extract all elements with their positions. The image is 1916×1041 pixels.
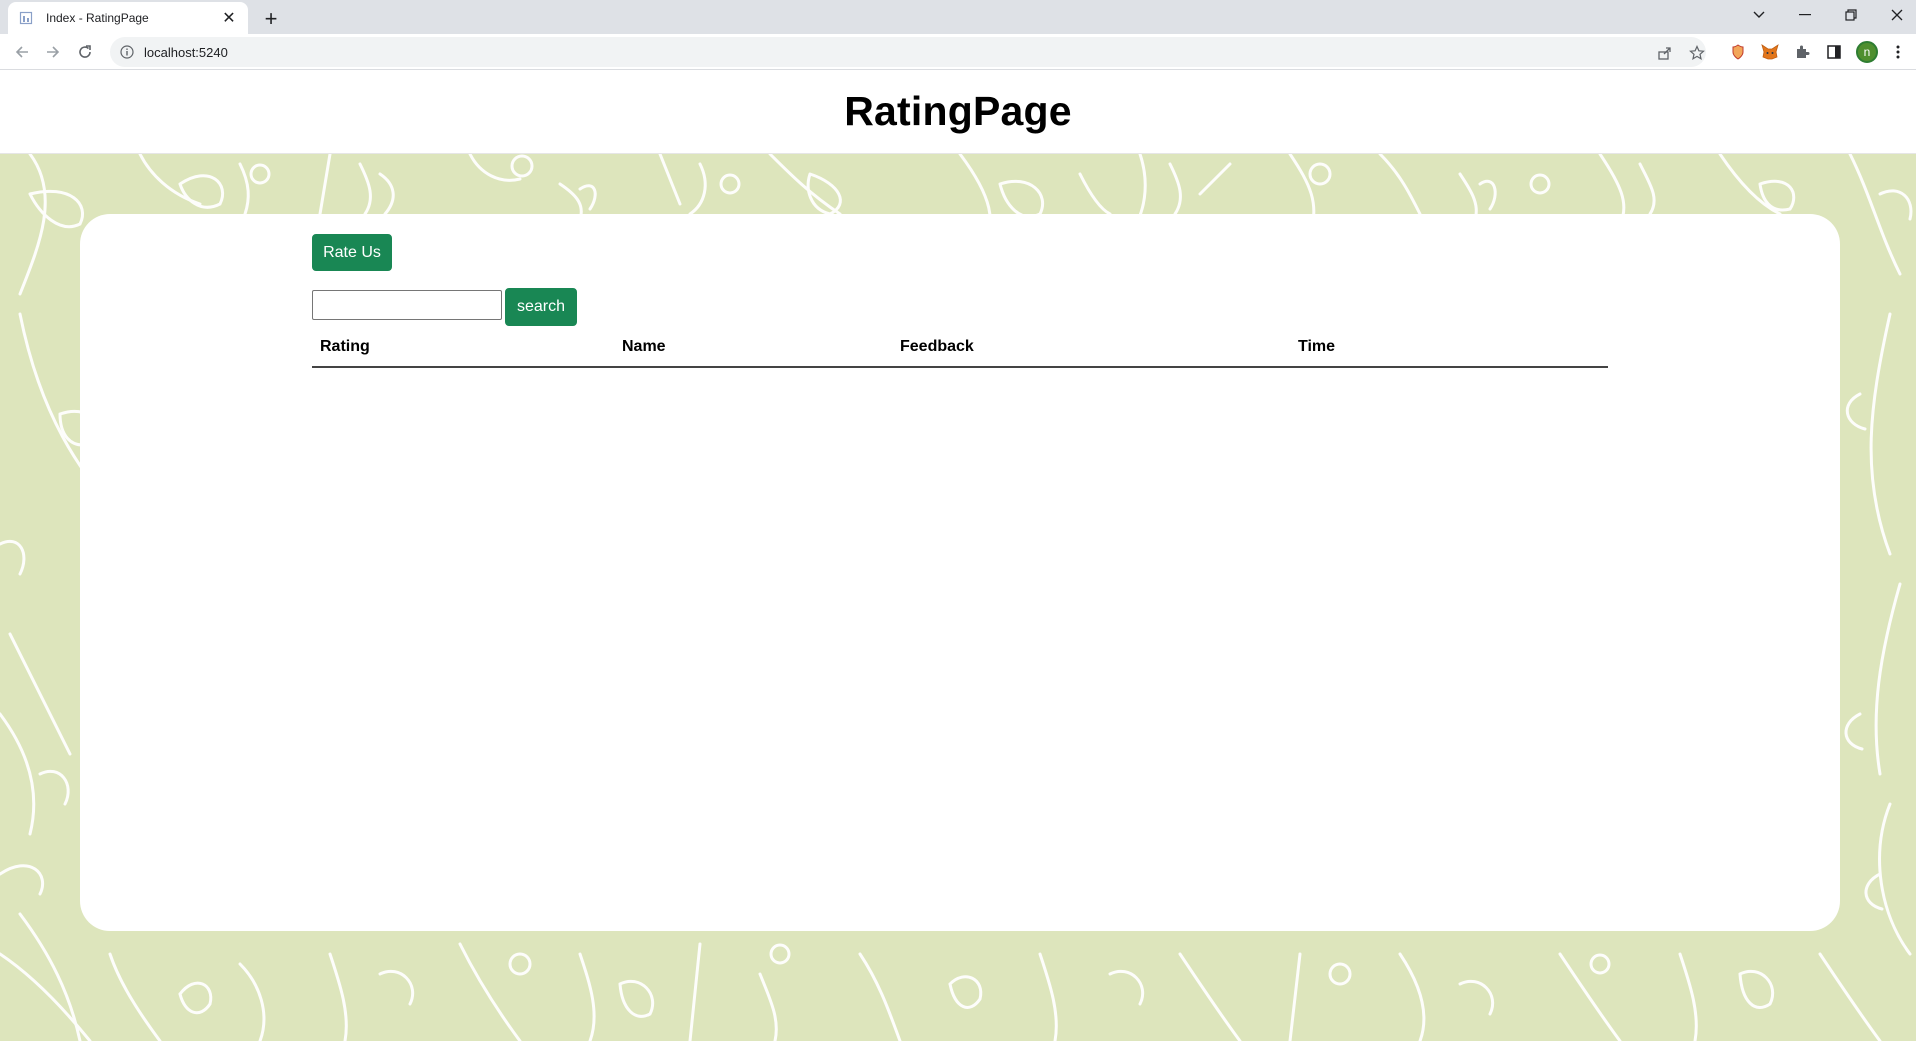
column-header-feedback: Feedback — [892, 332, 1290, 367]
column-header-rating: Rating — [312, 332, 614, 367]
browser-menu-icon[interactable] — [1888, 42, 1908, 62]
content-card — [80, 214, 1840, 931]
browser-tab[interactable]: Index - RatingPage ✕ — [8, 2, 248, 34]
table-header-row: Rating Name Feedback Time — [312, 332, 1608, 367]
minimize-icon[interactable] — [1782, 0, 1828, 30]
column-header-time: Time — [1290, 332, 1608, 367]
close-tab-icon[interactable]: ✕ — [220, 9, 238, 27]
page-icon — [18, 10, 34, 26]
new-tab-icon[interactable]: + — [258, 6, 284, 32]
profile-avatar[interactable]: n — [1856, 41, 1878, 63]
extensions-puzzle-icon[interactable] — [1792, 42, 1812, 62]
bookmark-star-icon[interactable] — [1688, 44, 1706, 62]
close-window-icon[interactable] — [1874, 0, 1916, 30]
site-info-icon[interactable] — [120, 45, 134, 59]
extension-shield-icon[interactable] — [1728, 42, 1748, 62]
share-icon[interactable] — [1656, 44, 1674, 62]
search-input[interactable] — [312, 290, 502, 320]
rate-us-button[interactable]: Rate Us — [312, 234, 392, 271]
side-panel-icon[interactable] — [1824, 42, 1844, 62]
back-icon[interactable] — [9, 39, 35, 65]
search-button[interactable]: search — [505, 288, 577, 326]
page-header: RatingPage — [0, 70, 1916, 154]
reload-icon[interactable] — [72, 39, 98, 65]
browser-toolbar: localhost:5240 — [0, 34, 1916, 70]
ratings-table: Rating Name Feedback Time — [312, 332, 1608, 368]
restore-icon[interactable] — [1828, 0, 1874, 30]
tab-title: Index - RatingPage — [46, 11, 220, 25]
forward-icon[interactable] — [40, 39, 66, 65]
browser-tab-bar: Index - RatingPage ✕ + — [0, 0, 1916, 34]
page-title: RatingPage — [844, 88, 1072, 135]
tab-search-icon[interactable] — [1736, 0, 1782, 30]
address-bar[interactable]: localhost:5240 — [110, 37, 1706, 67]
column-header-name: Name — [614, 332, 892, 367]
url-text: localhost:5240 — [144, 45, 228, 60]
metamask-fox-icon[interactable] — [1760, 42, 1780, 62]
